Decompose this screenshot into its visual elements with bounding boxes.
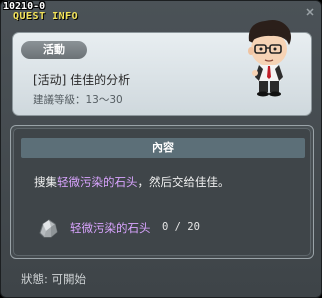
requirement-progress: 0 / 20	[162, 221, 200, 233]
close-icon[interactable]	[305, 7, 315, 17]
quest-info-window: 10210-0 QUEST INFO 活動 [活动] 佳佳的分析 建議等級：13…	[0, 0, 322, 298]
requirement-item: 轻微污染的石头 0 / 20	[34, 213, 294, 241]
requirement-item-name: 轻微污染的石头	[70, 221, 151, 235]
quest-status: 狀態: 可開始	[21, 272, 87, 286]
npc-portrait-icon	[248, 20, 291, 97]
quest-name: [活动] 佳佳的分析	[33, 73, 131, 87]
window-title: QUEST INFO	[13, 11, 79, 22]
quest-header-panel: 活動 [活动] 佳佳的分析 建議等級：13～30	[12, 20, 312, 116]
recommended-level: 建議等級：13～30	[33, 94, 123, 106]
quest-contents-panel: 內容 搜集轻微污染的石头，然后交给佳佳。 轻微污染的石头 0 / 20	[10, 125, 314, 259]
description-prefix: 搜集	[34, 175, 57, 189]
stone-icon	[39, 219, 58, 238]
contents-inner: 內容 搜集轻微污染的石头，然后交给佳佳。 轻微污染的石头 0 / 20	[13, 128, 311, 256]
description-suffix: ，然后交给佳佳。	[137, 175, 230, 189]
description-highlight: 轻微污染的石头	[57, 175, 138, 189]
quest-description: 搜集轻微污染的石头，然后交给佳佳。	[34, 174, 230, 190]
category-badge: 活動	[21, 41, 87, 59]
contents-section-header: 內容	[21, 138, 305, 158]
